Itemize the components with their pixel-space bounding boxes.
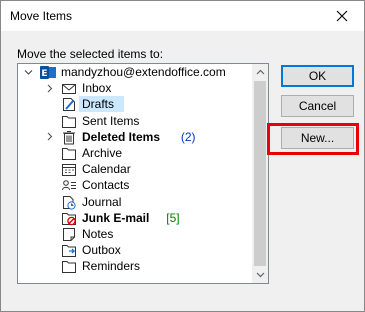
calendar-icon bbox=[61, 162, 77, 177]
unread-count-badge: (2) bbox=[180, 129, 196, 144]
tree-row-folder[interactable]: Outbox bbox=[18, 242, 252, 258]
title-bar: Move Items bbox=[1, 1, 364, 31]
ok-button[interactable]: OK bbox=[281, 65, 354, 87]
folder-label: Junk E-mail bbox=[82, 210, 150, 225]
folder-label: Contacts bbox=[82, 178, 130, 193]
folder-label: Drafts bbox=[82, 97, 115, 112]
tree-row-folder[interactable]: Deleted Items (2) bbox=[18, 129, 252, 145]
folder-label: Notes bbox=[82, 226, 114, 241]
folder-label: Reminders bbox=[82, 259, 141, 274]
folder-label: Sent Items bbox=[82, 113, 140, 128]
scroll-thumb[interactable] bbox=[254, 81, 266, 266]
folder-label: Archive bbox=[82, 145, 123, 160]
folder-label: Deleted Items bbox=[82, 129, 161, 144]
folder-icon bbox=[61, 259, 77, 274]
tree-row-folder[interactable]: Archive bbox=[18, 145, 252, 161]
folder-icon bbox=[61, 146, 77, 161]
chevron-down-icon bbox=[256, 272, 264, 278]
collapse-chevron-icon[interactable] bbox=[22, 64, 34, 80]
chevron-up-icon bbox=[256, 69, 264, 75]
tree-row-folder[interactable]: Reminders bbox=[18, 258, 252, 274]
inbox-icon bbox=[61, 81, 77, 96]
folder-icon bbox=[61, 114, 77, 129]
tree-row-folder[interactable]: Drafts bbox=[18, 96, 252, 113]
scroll-up-button[interactable] bbox=[252, 64, 268, 80]
tree-row-account[interactable]: E mandyzhou@extendoffice.com bbox=[18, 64, 252, 80]
tree-row-folder[interactable]: Calendar bbox=[18, 161, 252, 177]
tree-scrollbar[interactable] bbox=[252, 64, 268, 283]
tree-row-folder[interactable]: Notes bbox=[18, 226, 252, 242]
folder-label: Calendar bbox=[82, 162, 131, 177]
destination-prompt: Move the selected items to: bbox=[17, 47, 164, 61]
unread-count-badge: [5] bbox=[166, 210, 180, 225]
tree-row-folder[interactable]: Inbox bbox=[18, 80, 252, 96]
notes-icon bbox=[61, 227, 77, 242]
tree-row-folder[interactable]: Sent Items bbox=[18, 113, 252, 129]
scroll-down-button[interactable] bbox=[252, 267, 268, 283]
close-button[interactable] bbox=[324, 4, 360, 28]
junk-icon bbox=[61, 211, 77, 226]
svg-text:E: E bbox=[41, 69, 47, 79]
folder-label: Journal bbox=[82, 194, 122, 209]
close-icon bbox=[336, 10, 348, 22]
window-title: Move Items bbox=[10, 9, 73, 23]
journal-icon bbox=[61, 195, 77, 210]
drafts-icon bbox=[61, 97, 77, 112]
folder-tree[interactable]: E mandyzhou@extendoffice.com Inbox Drafts… bbox=[17, 63, 269, 284]
expand-chevron-icon[interactable] bbox=[44, 129, 56, 145]
folder-label: Inbox bbox=[82, 81, 112, 96]
expand-chevron-icon[interactable] bbox=[44, 80, 56, 96]
tree-row-folder[interactable]: Contacts bbox=[18, 177, 252, 193]
contacts-icon bbox=[61, 178, 77, 193]
cancel-button[interactable]: Cancel bbox=[281, 95, 354, 117]
new-button-highlight bbox=[267, 123, 359, 155]
tree-row-folder[interactable]: Junk E-mail [5] bbox=[18, 210, 252, 226]
trash-icon bbox=[61, 130, 77, 145]
folder-label: Outbox bbox=[82, 243, 121, 258]
tree-row-folder[interactable]: Journal bbox=[18, 194, 252, 210]
account-label: mandyzhou@extendoffice.com bbox=[61, 65, 226, 79]
outlook-account-icon: E bbox=[40, 65, 56, 80]
outbox-icon bbox=[61, 243, 77, 258]
move-items-dialog: Move Items Move the selected items to: E bbox=[0, 0, 365, 312]
folder-tree-list: E mandyzhou@extendoffice.com Inbox Drafts… bbox=[18, 64, 252, 274]
